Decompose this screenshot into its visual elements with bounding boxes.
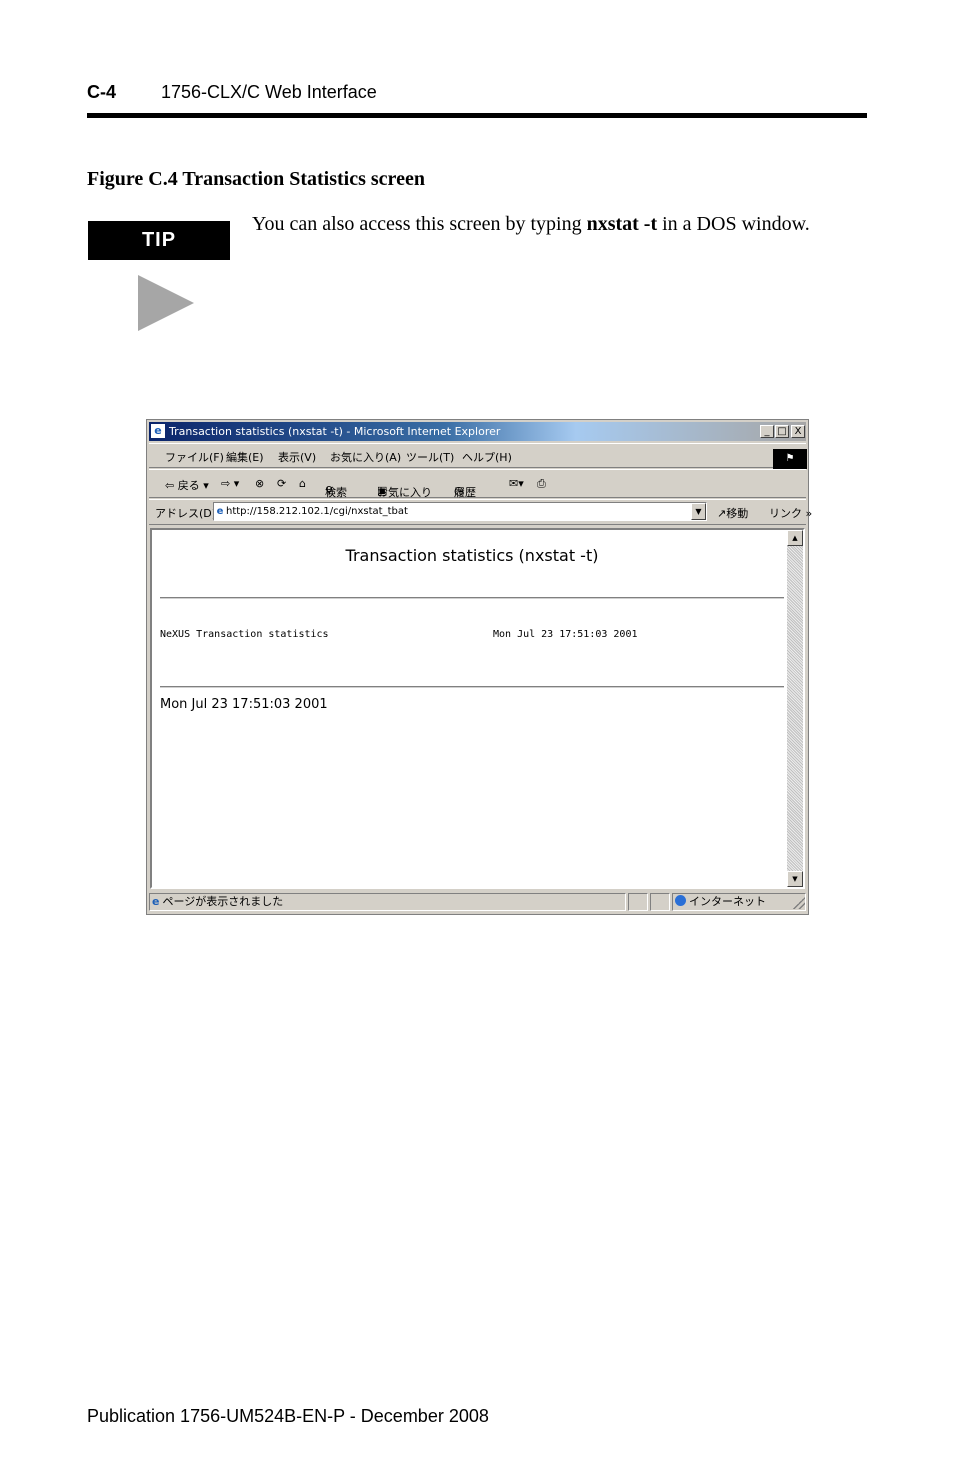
menu-bar: ファイル(F) 編集(E) 表示(V) お気に入り(A) ツール(T) ヘルプ(… [149,443,807,469]
address-label: アドレス(D) [155,507,217,520]
go-label: 移動 [726,507,749,520]
history-label: 履歴 [454,486,476,499]
tip-arrow-icon [138,275,194,331]
menu-tools[interactable]: ツール(T) [406,449,454,465]
publication-footer: Publication 1756-UM524B-EN-P - December … [87,1406,489,1426]
menu-help[interactable]: ヘルプ(H) [462,449,512,465]
header-rule [87,113,867,118]
section-number: C-4 [87,82,117,102]
ie-logo-icon: e [151,424,165,438]
browser-window: e Transaction statistics (nxstat -t) - M… [146,419,812,915]
search-label: 検索 [325,486,347,499]
status-cell [628,893,648,911]
window-title: Transaction statistics (nxstat -t) - Mic… [169,425,501,438]
address-input[interactable]: e http://158.212.102.1/cgi/nxstat_tbat [213,502,707,521]
address-url: http://158.212.102.1/cgi/nxstat_tbat [226,506,408,517]
windows-logo-icon: ⚑ [773,449,807,469]
tip-command: nxstat -t [586,213,658,235]
page-icon: e [152,895,160,908]
minimize-button[interactable]: _ [760,425,774,438]
stats-title: NeXUS Transaction statistics [160,629,329,640]
toolbar: ⇦ 戻る ▾ ⇨ ▾ ⊗ ⟳ ⌂ ⚲ 検索 ▣ お気に入り ◷ 履歴 ✉▾ ⎙ [149,469,806,499]
page-timestamp: Mon Jul 23 17:51:03 2001 [160,697,328,712]
page-heading: Transaction statistics (nxstat -t) [345,546,599,565]
maximize-button[interactable]: □ [775,425,789,438]
menu-favorites[interactable]: お気に入り(A) [330,449,401,465]
zone-cell: インターネット [672,893,806,911]
tip-text: You can also access this screen by typin… [252,213,810,236]
scroll-up-icon[interactable]: ▲ [787,530,803,546]
close-button[interactable]: X [791,425,805,438]
back-button[interactable]: ⇦ 戻る ▾ [165,477,209,493]
status-text-cell: e ページが表示されました [149,893,626,911]
globe-icon [675,895,686,906]
go-button[interactable]: ↗移動 [717,505,748,521]
vertical-scrollbar[interactable]: ▲ ▼ [787,530,803,887]
menu-view[interactable]: 表示(V) [278,449,316,465]
forward-button[interactable]: ⇨ ▾ [221,477,239,490]
zone-label: インターネット [689,895,766,908]
address-dropdown-icon[interactable]: ▼ [691,503,706,520]
menu-file[interactable]: ファイル(F) [165,449,224,465]
status-bar: e ページが表示されました インターネット [149,892,806,912]
status-cell [650,893,670,911]
address-bar: アドレス(D) e http://158.212.102.1/cgi/nxstat… [149,499,812,525]
resize-grip-icon[interactable] [793,897,805,909]
menu-edit[interactable]: 編集(E) [226,449,264,465]
tip-text-after: in a DOS window. [657,213,810,235]
go-icon: ↗ [717,507,727,520]
page-content: Transaction statistics (nxstat -t) NeXUS… [150,528,805,889]
section-title: 1756-CLX/C Web Interface [161,82,377,102]
mail-icon[interactable]: ✉▾ [509,477,524,490]
home-icon[interactable]: ⌂ [299,477,306,490]
favorites-label: お気に入り [377,486,432,499]
title-bar[interactable]: e Transaction statistics (nxstat -t) - M… [149,422,806,441]
stop-icon[interactable]: ⊗ [255,477,264,490]
horizontal-rule [160,597,784,599]
status-text: ページが表示されました [162,895,284,908]
figure-caption: Figure C.4 Transaction Statistics screen [87,168,425,190]
scroll-down-icon[interactable]: ▼ [787,871,803,887]
links-button[interactable]: リンク » [769,505,812,521]
horizontal-rule [160,686,784,688]
refresh-icon[interactable]: ⟳ [277,477,286,490]
stats-timestamp: Mon Jul 23 17:51:03 2001 [493,629,638,640]
tip-label: TIP [88,221,230,260]
tip-text-before: You can also access this screen by typin… [252,213,587,235]
page-icon: e [216,506,224,517]
print-icon[interactable]: ⎙ [537,477,546,491]
